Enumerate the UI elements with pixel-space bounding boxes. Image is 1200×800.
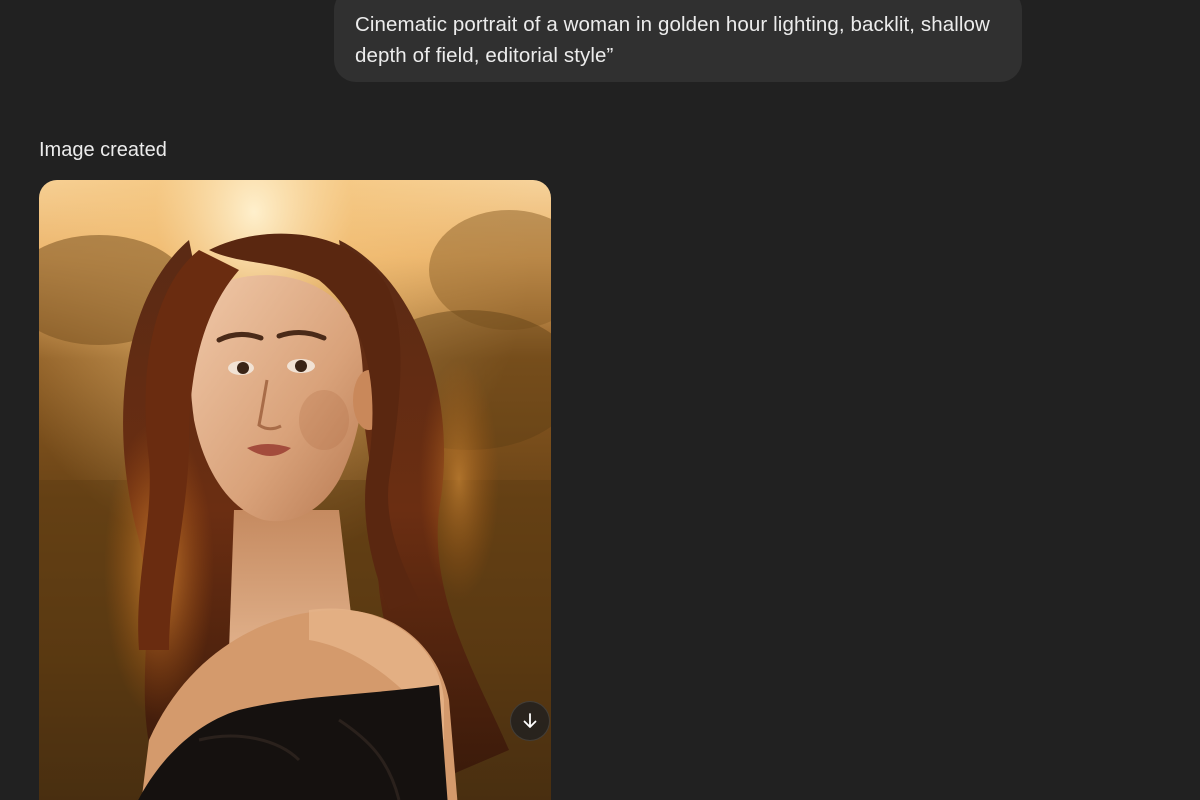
image-created-label: Image created bbox=[39, 139, 167, 161]
generated-image[interactable] bbox=[39, 180, 551, 800]
download-button[interactable] bbox=[510, 701, 550, 741]
user-message-bubble: Cinematic portrait of a woman in golden … bbox=[334, 0, 1022, 82]
user-message-text: Cinematic portrait of a woman in golden … bbox=[355, 13, 990, 67]
portrait-image bbox=[39, 180, 551, 800]
arrow-down-icon bbox=[523, 713, 537, 728]
chat-page: Cinematic portrait of a woman in golden … bbox=[0, 0, 1200, 800]
